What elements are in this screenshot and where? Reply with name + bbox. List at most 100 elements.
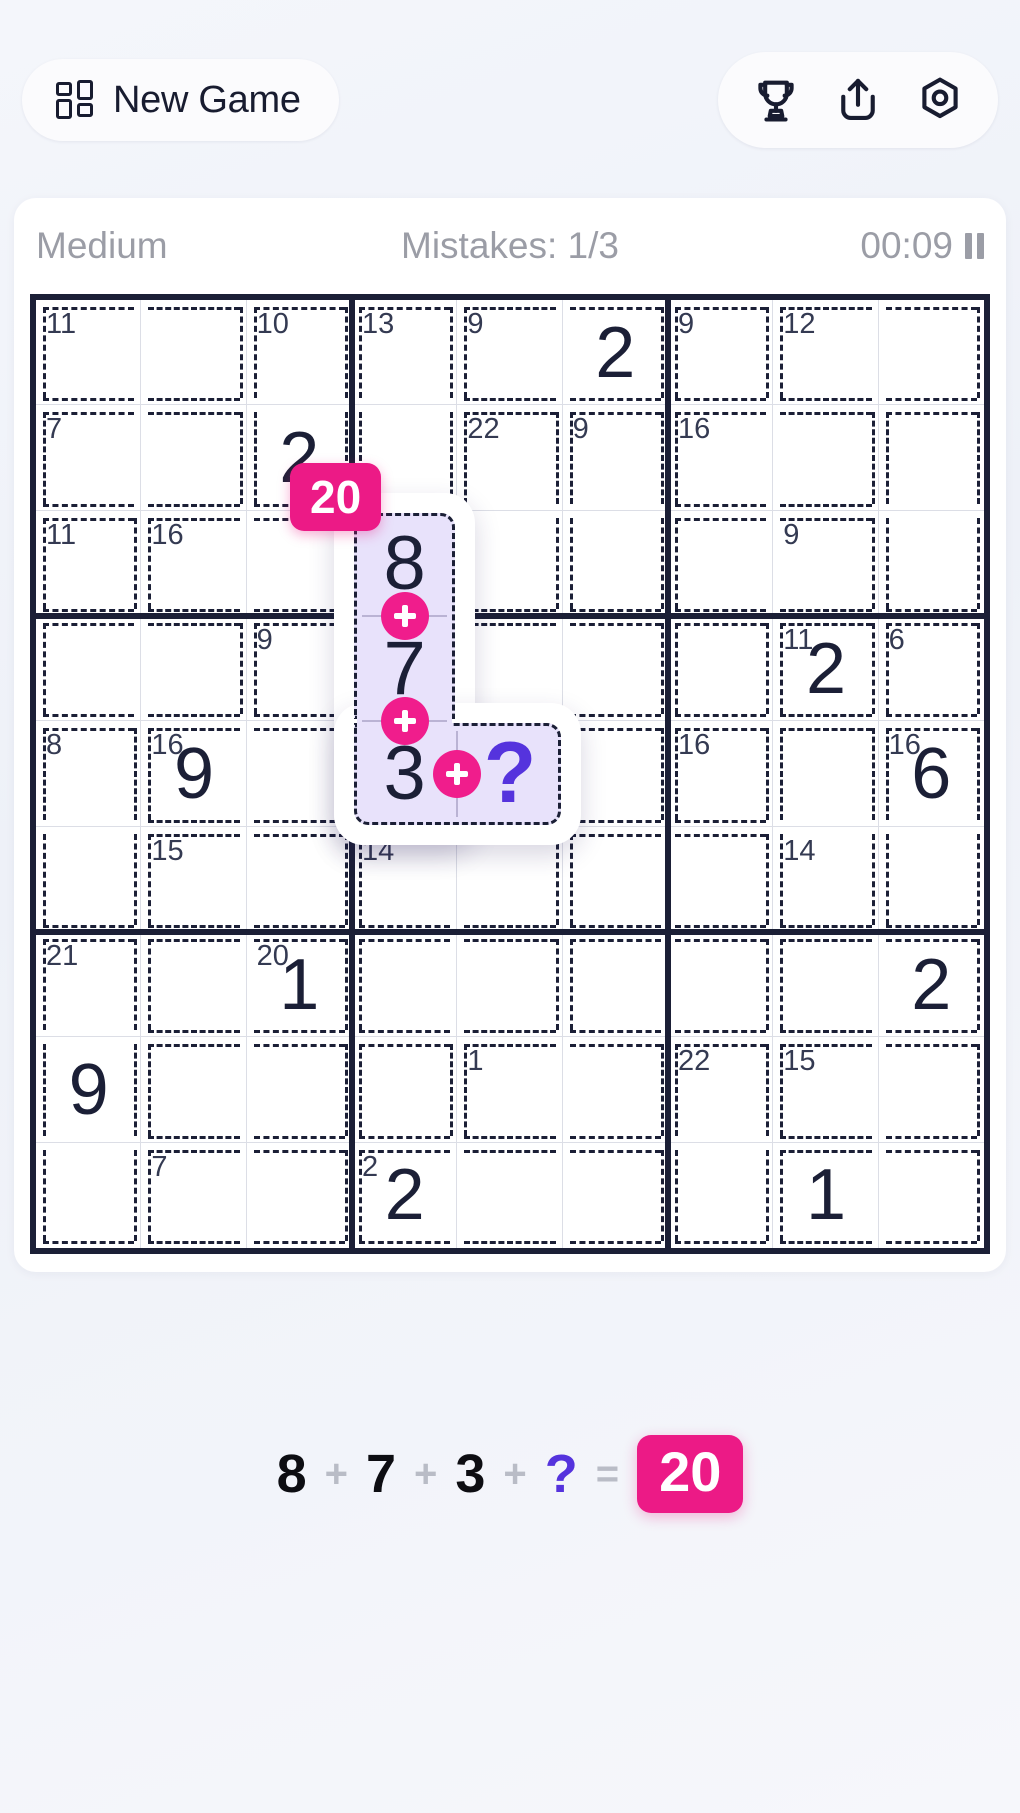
equation-operator-2: + bbox=[414, 1451, 438, 1496]
sudoku-cell[interactable] bbox=[457, 1142, 563, 1248]
sudoku-cell[interactable] bbox=[141, 510, 247, 616]
sudoku-cell[interactable] bbox=[36, 1037, 142, 1143]
sudoku-cell[interactable] bbox=[247, 1142, 352, 1248]
sudoku-cell[interactable] bbox=[246, 405, 352, 511]
status-bar: Medium Mistakes: 1/3 00:09 bbox=[14, 198, 1006, 294]
sudoku-cell[interactable] bbox=[668, 1142, 774, 1248]
sudoku-cell[interactable] bbox=[773, 615, 879, 722]
sudoku-cell[interactable] bbox=[141, 615, 247, 722]
sudoku-cell[interactable] bbox=[352, 1142, 458, 1248]
sudoku-cell[interactable] bbox=[878, 405, 984, 511]
sudoku-cell[interactable] bbox=[457, 300, 563, 406]
box-divider-horizontal bbox=[36, 612, 984, 619]
sudoku-cell[interactable] bbox=[141, 1142, 247, 1248]
new-game-button[interactable]: New Game bbox=[22, 59, 339, 141]
sudoku-cell[interactable] bbox=[878, 827, 984, 932]
sudoku-cell[interactable] bbox=[878, 932, 984, 1038]
sudoku-cell[interactable] bbox=[773, 405, 879, 511]
sudoku-cell[interactable] bbox=[457, 826, 563, 932]
sudoku-cell[interactable] bbox=[351, 405, 458, 511]
sudoku-cell[interactable] bbox=[667, 510, 774, 616]
sudoku-cell[interactable] bbox=[246, 1037, 352, 1143]
sudoku-cell[interactable] bbox=[351, 931, 458, 1038]
box-divider-vertical bbox=[664, 300, 671, 1248]
sudoku-cell[interactable] bbox=[667, 1037, 774, 1143]
settings-icon[interactable] bbox=[908, 68, 972, 132]
sudoku-cell[interactable] bbox=[667, 405, 774, 511]
sudoku-cell[interactable] bbox=[246, 510, 352, 616]
sudoku-cell[interactable] bbox=[141, 931, 247, 1038]
sudoku-cell[interactable] bbox=[773, 1142, 879, 1248]
sudoku-cell[interactable] bbox=[36, 510, 142, 616]
sudoku-cell[interactable] bbox=[667, 931, 774, 1038]
sudoku-cell[interactable] bbox=[141, 405, 247, 511]
sudoku-cell[interactable] bbox=[246, 721, 352, 827]
sudoku-cell[interactable] bbox=[878, 616, 984, 722]
sudoku-cell[interactable] bbox=[141, 300, 247, 406]
pause-icon[interactable] bbox=[965, 233, 984, 259]
sudoku-cell[interactable] bbox=[246, 931, 352, 1038]
sudoku-cell[interactable] bbox=[141, 826, 247, 932]
sudoku-cell[interactable] bbox=[563, 1142, 668, 1248]
sudoku-cell[interactable] bbox=[36, 405, 142, 511]
sudoku-cell[interactable] bbox=[773, 826, 879, 932]
sudoku-cell[interactable] bbox=[457, 405, 563, 511]
sudoku-cell[interactable] bbox=[562, 615, 668, 722]
sudoku-cell[interactable] bbox=[879, 1143, 984, 1248]
sudoku-cell[interactable] bbox=[773, 721, 879, 827]
board-card: Medium Mistakes: 1/3 00:09 11 10 13 9 9 12 7 22… bbox=[14, 198, 1006, 1272]
sudoku-cell[interactable] bbox=[351, 721, 458, 827]
sudoku-cell[interactable] bbox=[667, 615, 774, 722]
mistakes-label: Mistakes: 1/3 bbox=[401, 225, 619, 266]
equation-bar: 8 + 7 + 3 + ? = 20 bbox=[0, 1435, 1020, 1513]
sudoku-cell[interactable] bbox=[773, 931, 879, 1038]
sudoku-cell[interactable] bbox=[457, 931, 563, 1038]
sudoku-cell[interactable] bbox=[562, 721, 668, 827]
new-game-label: New Game bbox=[113, 79, 301, 121]
sudoku-cell[interactable] bbox=[773, 300, 879, 406]
sudoku-cell[interactable] bbox=[667, 300, 774, 406]
sudoku-cell[interactable] bbox=[351, 510, 458, 616]
sudoku-cell[interactable] bbox=[141, 721, 247, 827]
sudoku-cell[interactable] bbox=[246, 300, 352, 406]
sudoku-cell[interactable] bbox=[562, 405, 668, 511]
sudoku-cell[interactable] bbox=[773, 510, 879, 616]
sudoku-cell[interactable] bbox=[457, 510, 563, 616]
sudoku-cell[interactable] bbox=[351, 1037, 458, 1143]
sudoku-cell[interactable] bbox=[878, 721, 984, 827]
equation-operator-3: + bbox=[503, 1451, 527, 1496]
sudoku-cell[interactable] bbox=[351, 300, 458, 406]
sudoku-cell[interactable] bbox=[36, 615, 142, 722]
share-icon[interactable] bbox=[826, 68, 890, 132]
sudoku-cell[interactable] bbox=[562, 1037, 668, 1143]
sudoku-cell[interactable] bbox=[246, 615, 352, 722]
sudoku-cell[interactable] bbox=[878, 1037, 984, 1143]
sudoku-cell[interactable] bbox=[667, 826, 774, 932]
sudoku-cell[interactable] bbox=[36, 721, 142, 827]
sudoku-cell[interactable] bbox=[667, 721, 774, 827]
sudoku-cell[interactable] bbox=[562, 510, 668, 616]
grid-icon bbox=[56, 79, 93, 119]
sudoku-grid[interactable]: 11 10 13 9 9 12 7 22 9 16 11 16 9 9 11 6 8 16 16 16 15 14 14 21… bbox=[30, 294, 990, 1254]
sudoku-cell[interactable] bbox=[878, 300, 984, 406]
sudoku-cell[interactable] bbox=[351, 615, 458, 722]
sudoku-cell[interactable] bbox=[457, 721, 563, 827]
sudoku-cell[interactable] bbox=[562, 931, 668, 1038]
sudoku-cell[interactable] bbox=[36, 931, 142, 1038]
sudoku-cell[interactable] bbox=[878, 511, 984, 616]
difficulty-label: Medium bbox=[36, 225, 168, 266]
sudoku-cell[interactable] bbox=[36, 826, 142, 932]
sudoku-cell[interactable] bbox=[351, 826, 458, 932]
timer-group[interactable]: 00:09 bbox=[860, 225, 984, 267]
action-icon-group bbox=[718, 52, 998, 148]
sudoku-cell[interactable] bbox=[36, 1142, 142, 1248]
sudoku-cell[interactable] bbox=[457, 1037, 563, 1143]
sudoku-cell[interactable] bbox=[562, 300, 668, 406]
trophy-icon[interactable] bbox=[744, 68, 808, 132]
sudoku-cell[interactable] bbox=[562, 826, 668, 932]
sudoku-cell[interactable] bbox=[246, 826, 352, 932]
sudoku-cell[interactable] bbox=[457, 615, 563, 722]
sudoku-cell[interactable] bbox=[773, 1037, 879, 1143]
sudoku-cell[interactable] bbox=[141, 1037, 247, 1143]
sudoku-cell[interactable] bbox=[36, 300, 142, 406]
